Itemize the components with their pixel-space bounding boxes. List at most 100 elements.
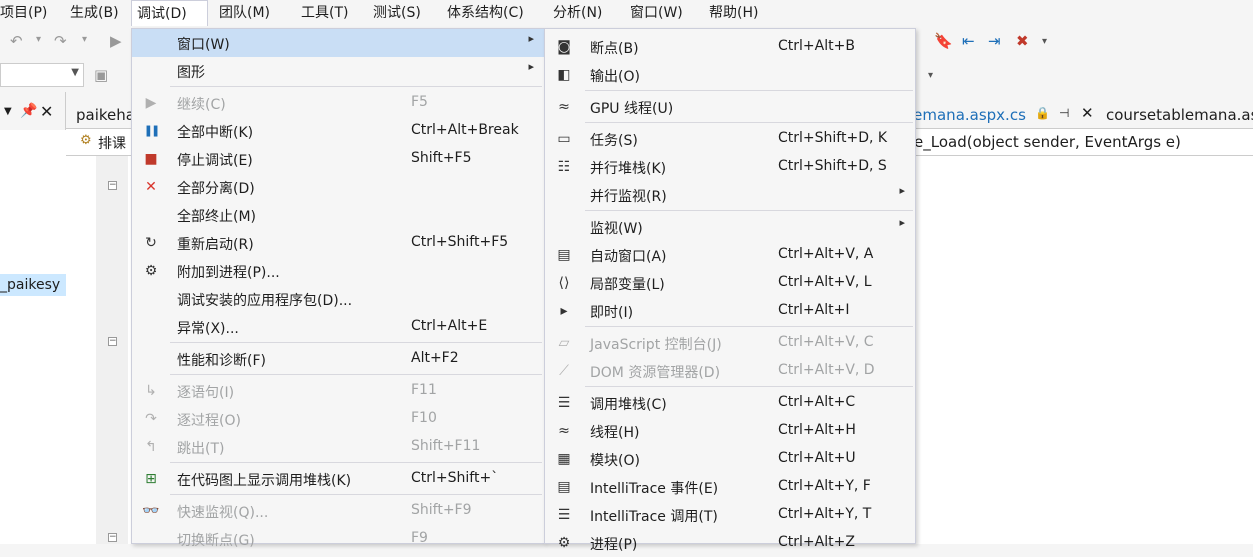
- fold-toggle-icon[interactable]: −: [108, 181, 117, 190]
- window_submenu-item[interactable]: ▸ 即时(I) Ctrl+Alt+I: [545, 297, 915, 325]
- menubar-item-6[interactable]: 体系结构(C): [447, 0, 524, 26]
- solution-tree-item[interactable]: _paikesy: [0, 274, 66, 296]
- menu-separator: [170, 494, 542, 495]
- clear-bookmarks-icon[interactable]: ✖: [1016, 32, 1029, 50]
- tab-coursetablemana[interactable]: coursetablemana.asp: [1106, 106, 1253, 124]
- debug_menu-item[interactable]: ↻ 重新启动(R) Ctrl+Shift+F5: [132, 229, 544, 257]
- step-into-icon: ↳: [145, 383, 157, 399]
- fold-toggle-icon[interactable]: −: [108, 533, 117, 542]
- menu-separator: [585, 386, 913, 387]
- debug_menu-item[interactable]: 窗口(W) ▸: [132, 29, 544, 57]
- pin-icon[interactable]: 📌: [20, 103, 37, 119]
- debug_menu-item[interactable]: 异常(X)... Ctrl+Alt+E: [132, 313, 544, 341]
- menu-item-label: 性能和诊断(F): [177, 353, 266, 369]
- menu-item-shortcut: Ctrl+Alt+V, D: [778, 362, 875, 378]
- continue-icon: ▶: [145, 95, 157, 111]
- window_submenu-item[interactable]: ☰ IntelliTrace 调用(T) Ctrl+Alt+Y, T: [545, 501, 915, 529]
- debug_menu-item[interactable]: 图形 ▸: [132, 57, 544, 85]
- stop-icon: ■: [144, 151, 158, 167]
- window_submenu-item[interactable]: ▦ 模块(O) Ctrl+Alt+U: [545, 445, 915, 473]
- debug_menu-item[interactable]: ❚❚ 全部中断(K) Ctrl+Alt+Break: [132, 117, 544, 145]
- menubar-item-5[interactable]: 测试(S): [373, 0, 421, 26]
- menu-item-label: 即时(I): [590, 305, 634, 321]
- close-tab-icon[interactable]: ✕: [1081, 104, 1094, 122]
- debug_menu-item: ▶ 继续(C) F5: [132, 89, 544, 117]
- window_submenu-item[interactable]: ◧ 输出(O): [545, 61, 915, 89]
- window_submenu-item[interactable]: ≈ 线程(H) Ctrl+Alt+H: [545, 417, 915, 445]
- window_submenu-item[interactable]: ⚙ 进程(P) Ctrl+Alt+Z: [545, 529, 915, 557]
- menubar-item-9[interactable]: 帮助(H): [709, 0, 758, 26]
- menubar-item-2[interactable]: 调试(D): [131, 0, 208, 26]
- debug_menu-item[interactable]: ⊞ 在代码图上显示调用堆栈(K) Ctrl+Shift+`: [132, 465, 544, 493]
- window_submenu-item[interactable]: 监视(W) ▸: [545, 213, 915, 241]
- tasks-icon: ▭: [557, 131, 571, 147]
- class-combo[interactable]: 排课: [98, 133, 126, 153]
- debug_menu-item[interactable]: 全部终止(M): [132, 201, 544, 229]
- immediate-icon: ▸: [560, 303, 568, 319]
- window_submenu-item[interactable]: ⟨⟩ 局部变量(L) Ctrl+Alt+V, L: [545, 269, 915, 297]
- window_submenu-item[interactable]: ▤ 自动窗口(A) Ctrl+Alt+V, A: [545, 241, 915, 269]
- window_submenu-item[interactable]: 并行监视(R) ▸: [545, 181, 915, 209]
- bookmark-icon[interactable]: 🔖: [934, 32, 953, 50]
- menu-separator: [585, 326, 913, 327]
- redo-icon[interactable]: ↷: [54, 32, 67, 50]
- dom-explorer-icon: ⟋: [559, 363, 569, 379]
- menu-item-shortcut: Ctrl+Alt+U: [778, 450, 856, 466]
- window_submenu-item[interactable]: ☰ 调用堆栈(C) Ctrl+Alt+C: [545, 389, 915, 417]
- window_submenu-item: ▱ JavaScript 控制台(J) Ctrl+Alt+V, C: [545, 329, 915, 357]
- undo-dropdown-icon[interactable]: ▾: [36, 34, 41, 45]
- menu-separator: [170, 342, 542, 343]
- toolbar2-overflow-icon[interactable]: ▾: [928, 70, 933, 81]
- debug_menu-item[interactable]: ⚙ 附加到进程(P)...: [132, 257, 544, 285]
- menu-item-label: 全部分离(D): [177, 181, 255, 197]
- restart-icon: ↻: [145, 235, 157, 251]
- window_submenu-item[interactable]: ▤ IntelliTrace 事件(E) Ctrl+Alt+Y, F: [545, 473, 915, 501]
- solution-config-combo[interactable]: ▼: [0, 63, 84, 87]
- menubar-item-3[interactable]: 团队(M): [219, 0, 270, 26]
- next-bookmark-icon[interactable]: ⇥: [988, 32, 1001, 50]
- debug_menu-item[interactable]: ✕ 全部分离(D): [132, 173, 544, 201]
- undo-icon[interactable]: ↶: [10, 32, 23, 50]
- fold-toggle-icon[interactable]: −: [108, 337, 117, 346]
- toolbar-overflow-icon[interactable]: ▾: [1042, 36, 1047, 47]
- window_submenu-item[interactable]: ☷ 并行堆栈(K) Ctrl+Shift+D, S: [545, 153, 915, 181]
- autos-icon: ▤: [557, 247, 571, 263]
- menubar-item-7[interactable]: 分析(N): [553, 0, 602, 26]
- menu-item-shortcut: Shift+F9: [411, 502, 472, 518]
- method-combo[interactable]: e_Load(object sender, EventArgs e): [914, 133, 1181, 151]
- menubar-item-8[interactable]: 窗口(W): [630, 0, 683, 26]
- step-over-icon: ↷: [145, 411, 157, 427]
- redo-dropdown-icon[interactable]: ▾: [82, 34, 87, 45]
- menu-item-label: 快速监视(Q)...: [177, 505, 269, 521]
- menubar: 项目(P) 生成(B) 调试(D) 团队(M) 工具(T) 测试(S) 体系结构(C) 分析(…: [0, 0, 1253, 26]
- prev-bookmark-icon[interactable]: ⇤: [962, 32, 975, 50]
- close-icon[interactable]: ✕: [40, 102, 53, 121]
- submenu-arrow-icon: ▸: [528, 32, 534, 45]
- menubar-item-1[interactable]: 生成(B): [70, 0, 119, 26]
- tab-paikeha[interactable]: paikeha: [76, 106, 135, 124]
- menu-item-label: IntelliTrace 调用(T): [590, 509, 718, 525]
- debug-menu: 窗口(W) ▸ 图形 ▸ ▶ 继续(C) F5 ❚❚ 全部中断(K) Ctrl+Alt+Break…: [131, 28, 545, 549]
- debug_menu-item[interactable]: 调试安装的应用程序包(D)...: [132, 285, 544, 313]
- debug_menu-item[interactable]: 性能和诊断(F) Alt+F2: [132, 345, 544, 373]
- window_submenu-item[interactable]: ◙ 断点(B) Ctrl+Alt+B: [545, 33, 915, 61]
- quick-watch-icon: 👓: [142, 503, 160, 519]
- debug_menu-item[interactable]: ■ 停止调试(E) Shift+F5: [132, 145, 544, 173]
- code-map-icon: ⊞: [145, 471, 157, 487]
- menu-item-label: 跳出(T): [177, 441, 225, 457]
- attach-icon: ⚙: [144, 263, 158, 279]
- window_submenu-item[interactable]: ≈ GPU 线程(U): [545, 93, 915, 121]
- menu-item-label: 局部变量(L): [590, 277, 665, 293]
- tab-kemana-aspx-cs[interactable]: kemana.aspx.cs 🔒 ⊣ ✕: [905, 100, 1101, 128]
- panel-dropdown-icon[interactable]: ▼: [4, 106, 12, 117]
- output-icon: ◧: [557, 67, 571, 83]
- menu-item-label: 断点(B): [590, 41, 639, 57]
- toolbar-item-icon[interactable]: ▣: [94, 66, 108, 84]
- pin-tab-icon[interactable]: ⊣: [1059, 106, 1069, 120]
- menubar-item-4[interactable]: 工具(T): [301, 0, 348, 26]
- menu-item-shortcut: Ctrl+Alt+C: [778, 394, 856, 410]
- window_submenu-item[interactable]: ▭ 任务(S) Ctrl+Shift+D, K: [545, 125, 915, 153]
- menubar-item-0[interactable]: 项目(P): [0, 0, 47, 26]
- start-debug-icon[interactable]: ▶: [110, 32, 122, 50]
- chevron-down-icon: ▼: [71, 67, 79, 78]
